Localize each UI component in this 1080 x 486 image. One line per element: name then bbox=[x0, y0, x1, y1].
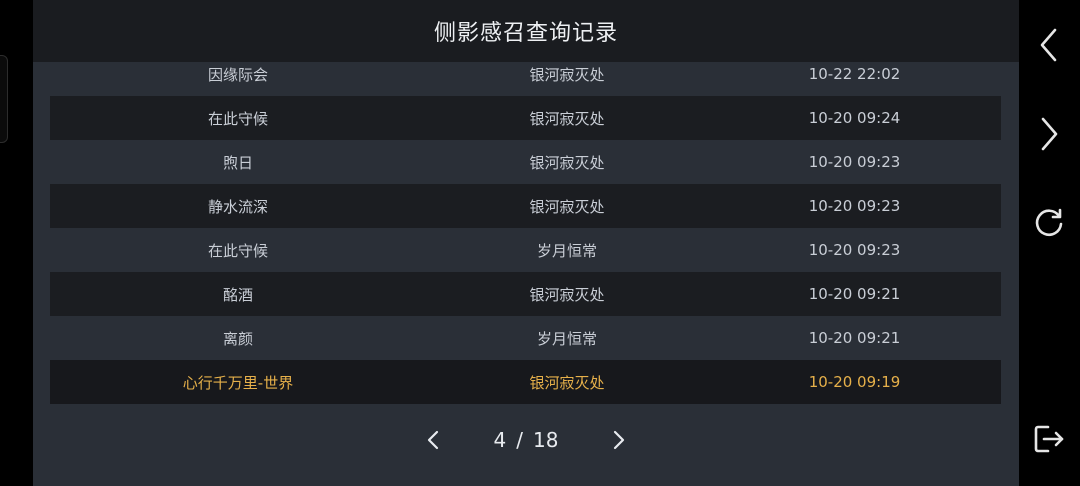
exit-button[interactable] bbox=[1031, 421, 1067, 457]
record-row: 离颜 岁月恒常 10-20 09:21 bbox=[50, 316, 1001, 360]
record-name: 心行千万里-世界 bbox=[182, 373, 294, 392]
record-name: 离颜 bbox=[222, 329, 253, 348]
record-time: 10-20 09:21 bbox=[808, 329, 901, 347]
side-drawer-handle[interactable] bbox=[0, 55, 8, 143]
record-row: 煦日 银河寂灭处 10-20 09:23 bbox=[50, 140, 1001, 184]
record-location: 银河寂灭处 bbox=[529, 65, 605, 84]
record-location: 银河寂灭处 bbox=[529, 197, 605, 216]
refresh-icon bbox=[1035, 208, 1063, 237]
prev-page-button[interactable] bbox=[418, 425, 448, 455]
record-time: 10-20 09:19 bbox=[808, 373, 901, 391]
record-location: 岁月恒常 bbox=[536, 329, 597, 348]
record-name: 煦日 bbox=[222, 153, 253, 172]
chevron-left-icon bbox=[427, 430, 438, 450]
exit-icon bbox=[1034, 425, 1064, 453]
record-row-highlighted: 心行千万里-世界 银河寂灭处 10-20 09:19 bbox=[50, 360, 1001, 404]
chevron-right-icon bbox=[614, 430, 625, 450]
record-time: 10-20 09:21 bbox=[808, 285, 901, 303]
record-row: 在此守候 银河寂灭处 10-20 09:24 bbox=[50, 96, 1001, 140]
record-name: 酩酒 bbox=[222, 285, 253, 304]
records-list: 因缘际会 银河寂灭处 10-22 22:02 在此守候 银河寂灭处 10-20 … bbox=[50, 52, 1001, 404]
record-location: 银河寂灭处 bbox=[529, 153, 605, 172]
record-name: 在此守候 bbox=[207, 241, 268, 260]
next-page-button[interactable] bbox=[604, 425, 634, 455]
record-row: 在此守候 岁月恒常 10-20 09:23 bbox=[50, 228, 1001, 272]
current-page: 4 bbox=[493, 428, 507, 452]
pagination: 4 / 18 bbox=[33, 418, 1019, 462]
records-panel: 侧影感召查询记录 因缘际会 银河寂灭处 10-22 22:02 在此守候 银河寂… bbox=[33, 0, 1019, 486]
record-location: 银河寂灭处 bbox=[529, 285, 605, 304]
record-time: 10-20 09:23 bbox=[808, 153, 901, 171]
record-time: 10-22 22:02 bbox=[808, 65, 901, 83]
total-pages: 18 bbox=[533, 428, 559, 452]
page-title: 侧影感召查询记录 bbox=[433, 21, 618, 46]
record-name: 因缘际会 bbox=[207, 65, 268, 84]
refresh-button[interactable] bbox=[1031, 206, 1067, 242]
record-location: 银河寂灭处 bbox=[529, 373, 605, 392]
back-icon bbox=[1040, 28, 1057, 62]
record-time: 10-20 09:23 bbox=[808, 241, 901, 259]
record-location: 岁月恒常 bbox=[536, 241, 597, 260]
right-toolbar bbox=[1019, 0, 1080, 486]
record-time: 10-20 09:24 bbox=[808, 109, 901, 127]
record-row: 因缘际会 银河寂灭处 10-22 22:02 bbox=[50, 52, 1001, 96]
page-indicator: 4 / 18 bbox=[494, 428, 559, 452]
record-row: 静水流深 银河寂灭处 10-20 09:23 bbox=[50, 184, 1001, 228]
record-time: 10-20 09:23 bbox=[808, 197, 901, 215]
record-name: 在此守候 bbox=[207, 109, 268, 128]
left-edge bbox=[0, 0, 33, 486]
forward-button[interactable] bbox=[1031, 116, 1067, 152]
record-name: 静水流深 bbox=[207, 197, 268, 216]
page-separator: / bbox=[516, 428, 524, 452]
record-row: 酩酒 银河寂灭处 10-20 09:21 bbox=[50, 272, 1001, 316]
forward-icon bbox=[1041, 117, 1058, 151]
back-button[interactable] bbox=[1031, 27, 1067, 63]
record-location: 银河寂灭处 bbox=[529, 109, 605, 128]
